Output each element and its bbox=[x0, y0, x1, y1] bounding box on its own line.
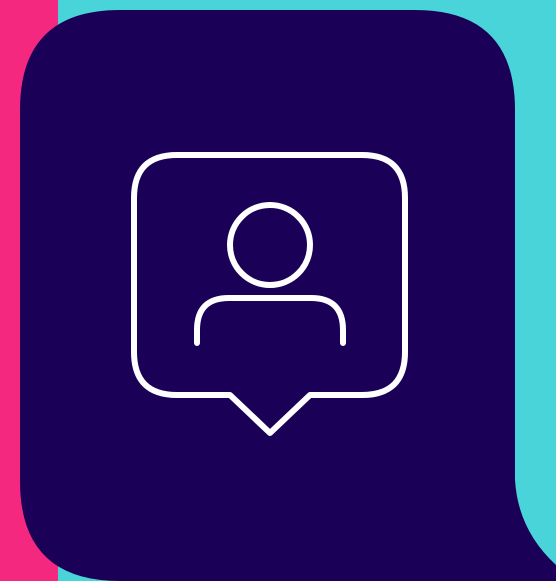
chat-bubble-illustration bbox=[20, 10, 556, 581]
